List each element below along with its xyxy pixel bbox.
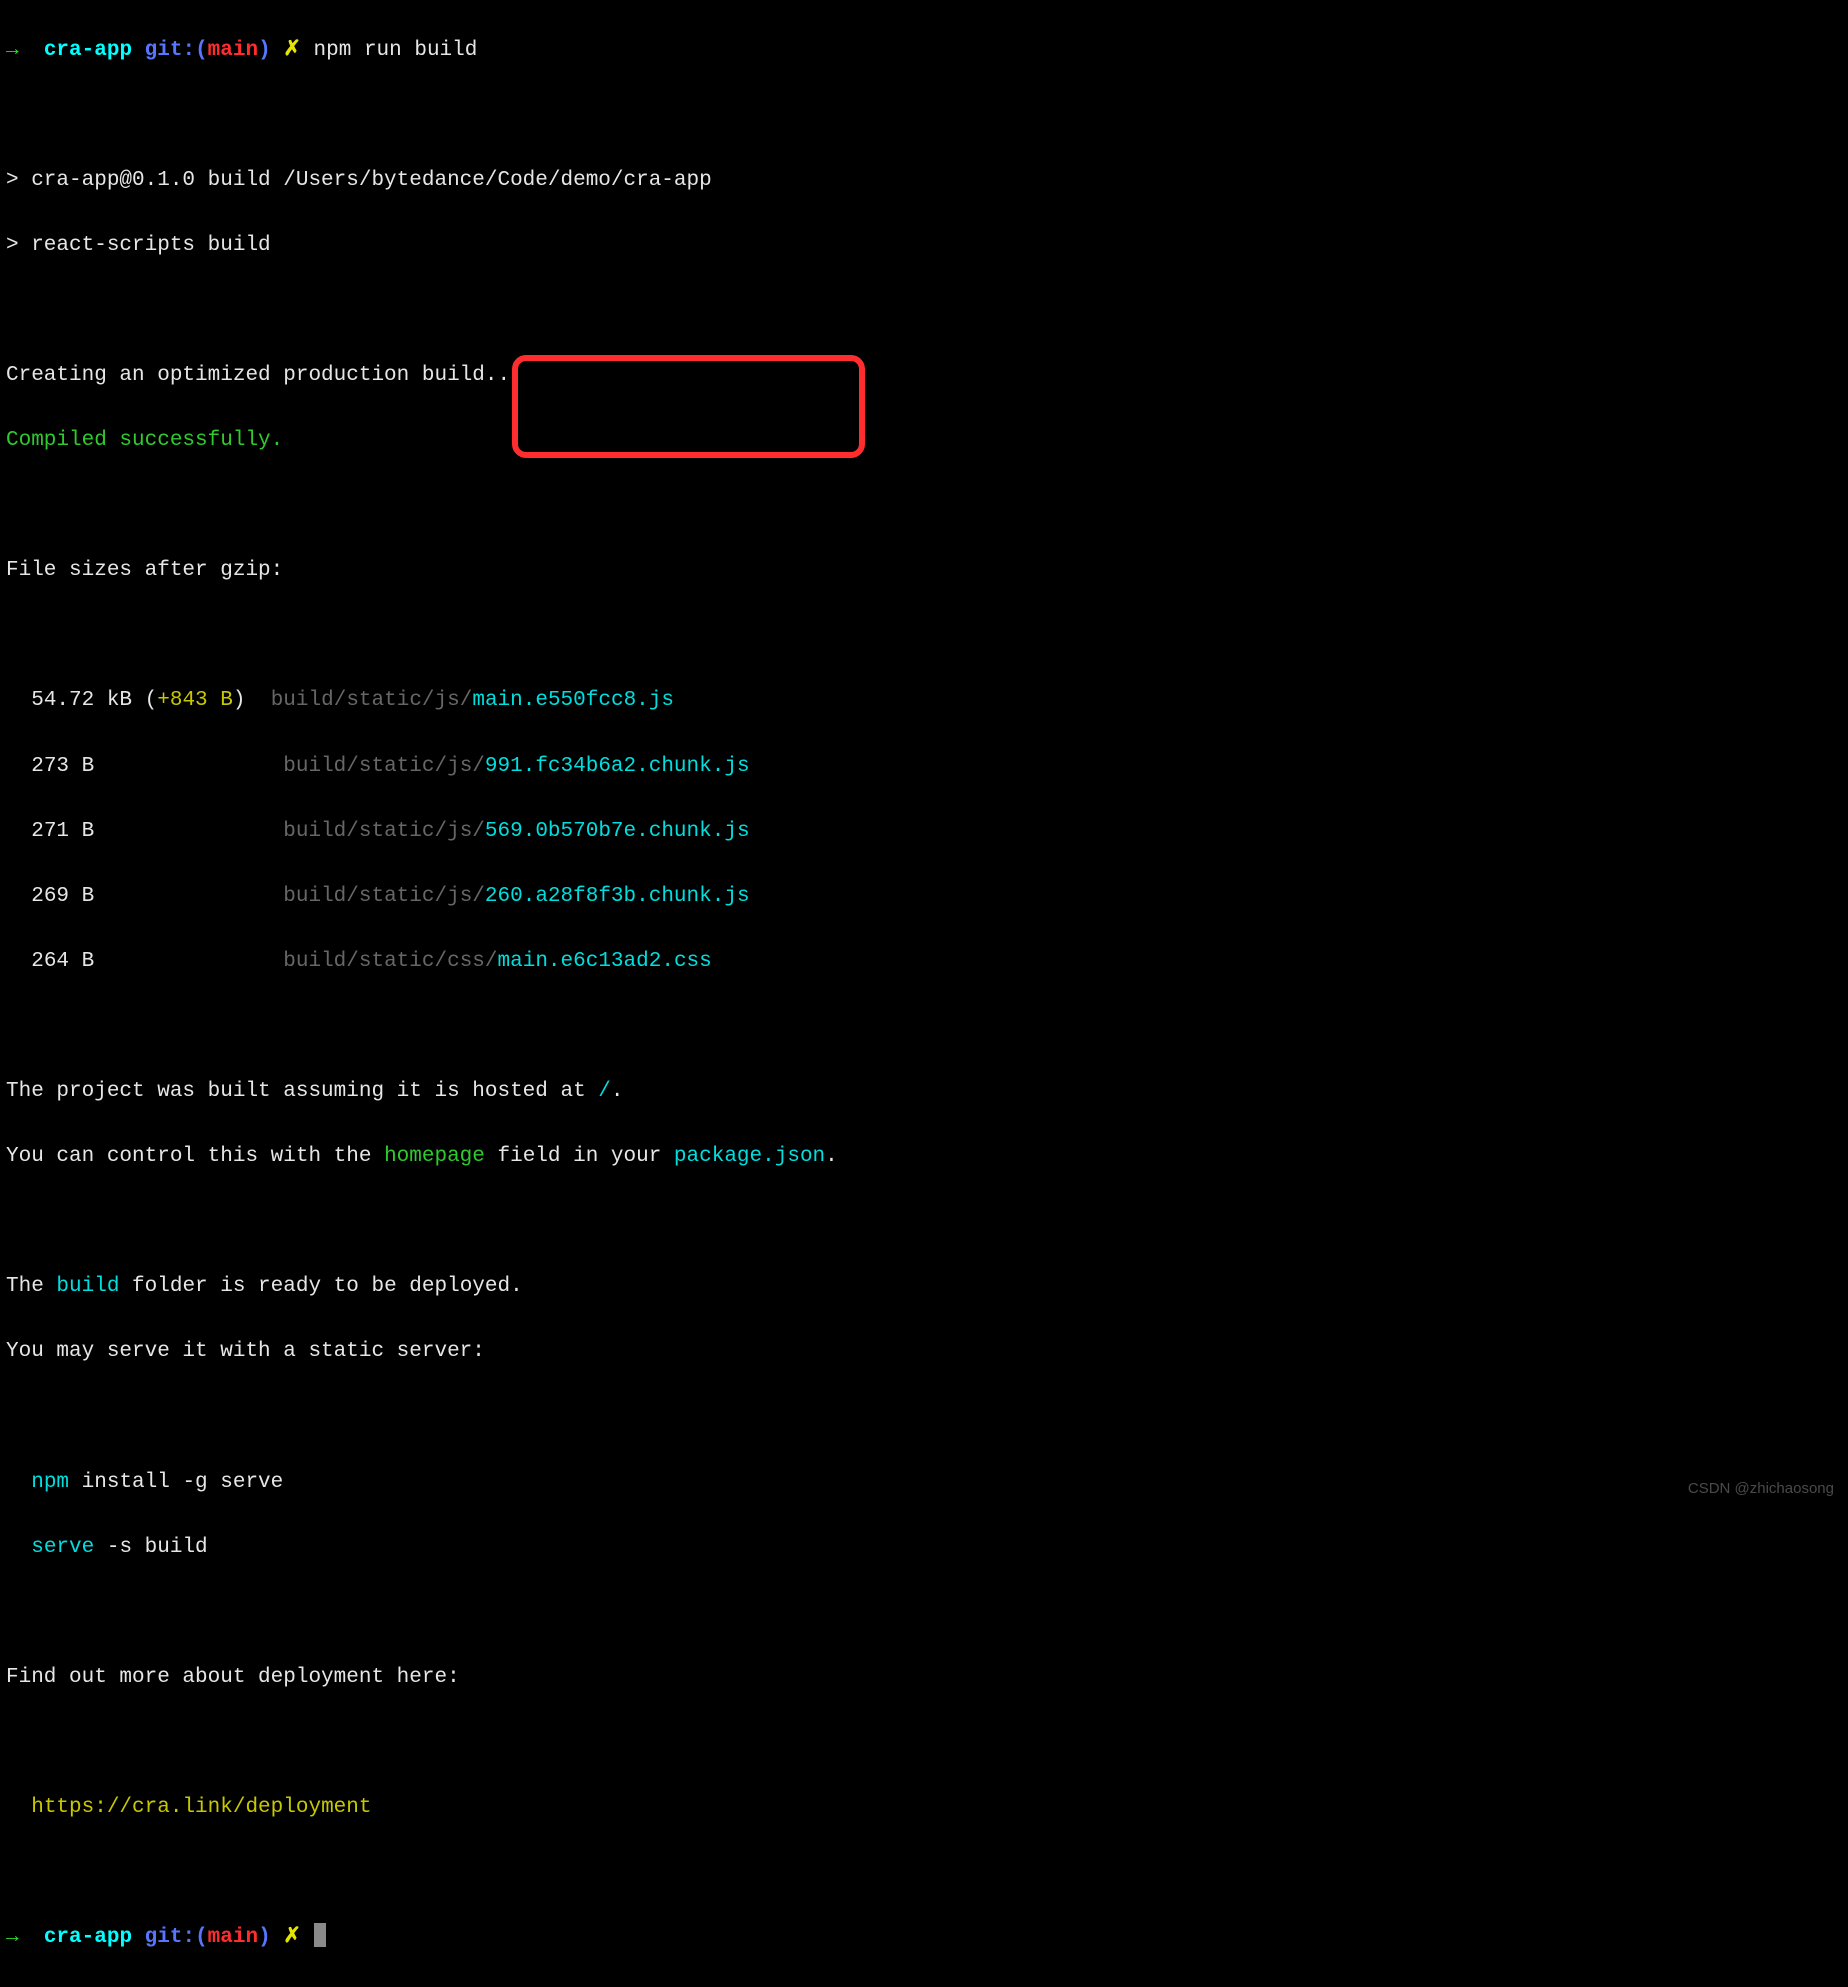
text: The (6, 1275, 56, 1298)
blank-line (6, 1011, 1842, 1044)
prompt-arrow: → (6, 1926, 19, 1949)
ready-line: The build folder is ready to be deployed… (6, 1271, 1842, 1304)
deploy-link-line: https://cra.link/deployment (6, 1792, 1842, 1825)
file-name: 569.0b570b7e.chunk.js (485, 820, 750, 843)
blank-line (6, 1857, 1842, 1890)
serve-hint: You may serve it with a static server: (6, 1336, 1842, 1369)
text: install -g serve (69, 1471, 283, 1494)
text: . (611, 1080, 624, 1103)
homepage-word: homepage (384, 1145, 485, 1168)
build-word: build (56, 1275, 119, 1298)
file-path-prefix: build/static/js/ (283, 885, 485, 908)
blank-line (6, 1727, 1842, 1760)
git-branch: main (208, 39, 258, 62)
prompt-dir: cra-app (44, 1926, 132, 1949)
control-line: You can control this with the homepage f… (6, 1141, 1842, 1174)
text: folder is ready to be deployed. (119, 1275, 522, 1298)
file-size: 273 B (31, 755, 94, 778)
file-size: 271 B (31, 820, 94, 843)
file-row: 54.72 kB (+843 B) build/static/js/main.e… (6, 685, 1842, 718)
file-path-prefix: build/static/css/ (283, 950, 497, 973)
file-size: 264 B (31, 950, 94, 973)
git-label: git:( (145, 39, 208, 62)
file-name: 260.a28f8f3b.chunk.js (485, 885, 750, 908)
output-line: > cra-app@0.1.0 build /Users/bytedance/C… (6, 165, 1842, 198)
file-size: 54.72 kB (31, 689, 144, 712)
watermark: CSDN @zhichaosong (1688, 1477, 1834, 1500)
command-text: npm run build (314, 39, 478, 62)
file-row: 269 B build/static/js/260.a28f8f3b.chunk… (6, 881, 1842, 914)
prompt-line-2[interactable]: → cra-app git:(main) ✗ (6, 1922, 1842, 1955)
file-path-prefix: build/static/js/ (283, 820, 485, 843)
git-close: ) (258, 39, 271, 62)
blank-line (6, 1597, 1842, 1630)
text: You can control this with the (6, 1145, 384, 1168)
file-path-prefix: build/static/js/ (283, 755, 485, 778)
file-name: main.e6c13ad2.css (498, 950, 712, 973)
prompt-line-1: → cra-app git:(main) ✗ npm run build (6, 35, 1842, 68)
deploy-link: https://cra.link/deployment (31, 1796, 371, 1819)
npm-word: npm (31, 1471, 69, 1494)
output-compiled: Compiled successfully. (6, 425, 1842, 458)
text: . (825, 1145, 838, 1168)
file-name: main.e550fcc8.js (472, 689, 674, 712)
file-delta: +843 B (157, 689, 233, 712)
file-sizes-header: File sizes after gzip: (6, 555, 1842, 588)
paren-open: ( (145, 689, 158, 712)
git-label: git:( (145, 1926, 208, 1949)
paren-close: ) (233, 689, 246, 712)
text: The project was built assuming it is hos… (6, 1080, 598, 1103)
file-row: 264 B build/static/css/main.e6c13ad2.css (6, 946, 1842, 979)
serve-line: serve -s build (6, 1532, 1842, 1565)
git-branch: main (208, 1926, 258, 1949)
terminal-output[interactable]: → cra-app git:(main) ✗ npm run build > c… (6, 2, 1842, 1987)
prompt-arrow: → (6, 39, 19, 62)
blank-line (6, 295, 1842, 328)
output-line: > react-scripts build (6, 230, 1842, 263)
file-name: 991.fc34b6a2.chunk.js (485, 755, 750, 778)
text: field in your (485, 1145, 674, 1168)
file-row: 273 B build/static/js/991.fc34b6a2.chunk… (6, 751, 1842, 784)
git-dirty-icon: ✗ (283, 39, 301, 62)
git-close: ) (258, 1926, 271, 1949)
blank-line (6, 1206, 1842, 1239)
npm-install-line: npm install -g serve (6, 1467, 1842, 1500)
blank-line (6, 490, 1842, 523)
file-size: 269 B (31, 885, 94, 908)
slash: / (598, 1080, 611, 1103)
cursor-icon (314, 1923, 326, 1947)
file-path-prefix: build/static/js/ (271, 689, 473, 712)
text: -s build (94, 1536, 207, 1559)
blank-line (6, 620, 1842, 653)
file-row: 271 B build/static/js/569.0b570b7e.chunk… (6, 816, 1842, 849)
packagejson-word: package.json (674, 1145, 825, 1168)
serve-word: serve (31, 1536, 94, 1559)
blank-line (6, 1402, 1842, 1435)
prompt-dir: cra-app (44, 39, 132, 62)
output-creating: Creating an optimized production build..… (6, 360, 1842, 393)
git-dirty-icon: ✗ (283, 1926, 301, 1949)
hosted-line: The project was built assuming it is hos… (6, 1076, 1842, 1109)
blank-line (6, 100, 1842, 133)
deploy-more: Find out more about deployment here: (6, 1662, 1842, 1695)
